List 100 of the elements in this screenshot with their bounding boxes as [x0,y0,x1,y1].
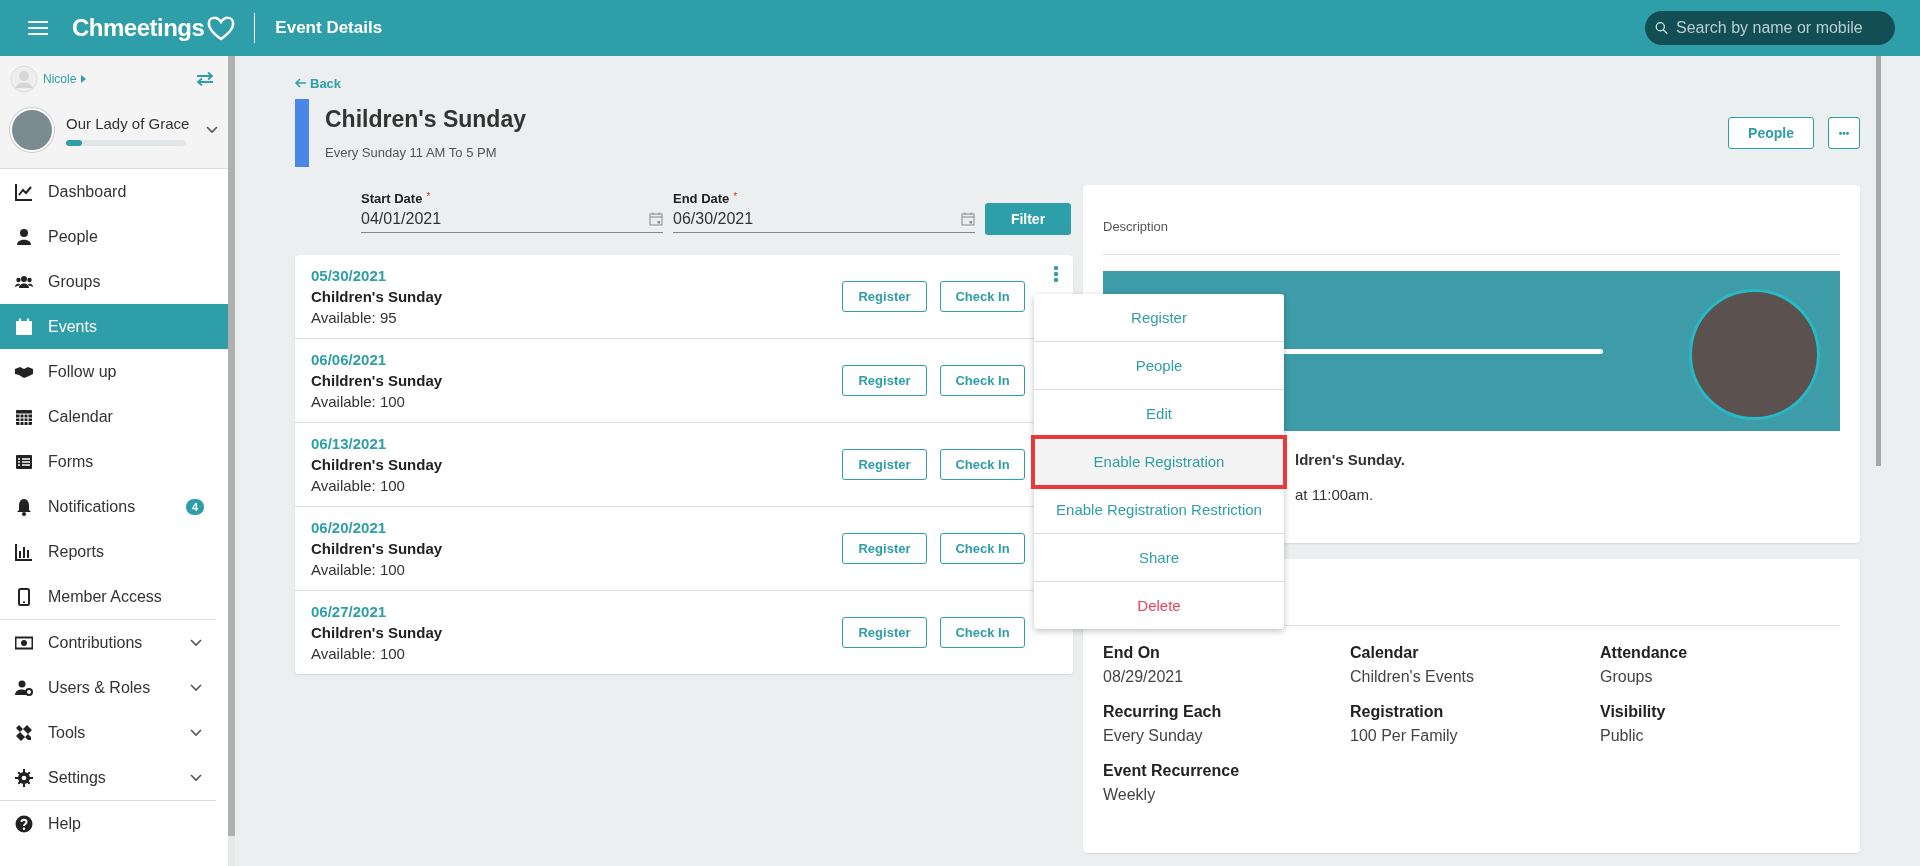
occurrence-name: Children's Sunday [311,372,444,389]
heart-logo-icon [206,15,237,41]
register-button[interactable]: Register [842,617,927,648]
filter-button[interactable]: Filter [985,203,1071,235]
detail-label: Attendance [1600,644,1689,662]
usergear-icon [15,678,33,697]
search-field[interactable]: Search by name or mobile [1645,11,1895,45]
search-icon [1655,20,1668,36]
detail-value: Public [1600,727,1645,745]
detail-value: Groups [1600,668,1654,686]
sidebar-item[interactable]: People [0,214,228,259]
occurrence-date[interactable]: 06/20/2021 [311,519,829,536]
description-heading: Description [1103,219,1169,234]
required-mark: * [426,191,431,202]
notification-count: 4 [185,498,204,515]
date-input[interactable]: 06/30/2021 [673,210,961,228]
sidebar-item[interactable]: Reports [0,529,228,574]
detail-value: 08/29/2021 [1103,668,1185,686]
chevron-down-icon[interactable] [206,126,218,134]
sidebar-item[interactable]: Calendar [0,394,228,439]
sidebar-item[interactable]: Tools [0,710,228,755]
chevron-icon [190,773,202,782]
phone-icon [15,587,33,606]
bell-icon [15,497,33,516]
availability-text: Available: 100 [311,393,406,410]
chart-icon [15,182,33,201]
register-button[interactable]: Register [842,449,927,480]
menu-icon[interactable] [28,20,48,36]
gear-icon [15,768,33,787]
church-name: Our Lady of Grace [66,114,191,132]
scrollbar-thumb[interactable] [1876,56,1881,466]
date-field[interactable]: End Date * 06/30/2021 [673,191,975,233]
more-button[interactable]: ••• [1828,117,1860,149]
sidebar-item[interactable]: Contributions [0,620,228,665]
sidebar-item[interactable]: Forms [0,439,228,484]
check-in-button[interactable]: Check In [940,365,1025,396]
people-button[interactable]: People [1728,117,1814,149]
availability-text: Available: 100 [311,477,406,494]
page-title: Event Details [275,18,383,38]
kebab-menu-icon[interactable] [1053,265,1059,283]
detail-label: Calendar [1350,644,1420,662]
sidebar-item[interactable]: Notifications 4 [0,484,228,529]
calendar-icon [15,317,33,336]
occurrence-date[interactable]: 06/06/2021 [311,351,829,368]
register-button[interactable]: Register [842,533,927,564]
description-text: at 11:00am. [1295,486,1375,503]
field-label: Start Date [361,191,423,206]
occurrence-name: Children's Sunday [311,540,444,557]
menu-item[interactable]: Share [1034,534,1284,582]
search-input[interactable]: Search by name or mobile [1674,18,1885,38]
detail-label: End On [1103,644,1161,662]
sidebar-item[interactable]: Follow up [0,349,228,394]
person-icon [15,227,33,246]
register-button[interactable]: Register [842,281,927,312]
check-in-button[interactable]: Check In [940,281,1025,312]
church-avatar [10,108,54,152]
menu-item[interactable]: Enable Registration Restriction [1034,486,1284,534]
user-name-link[interactable]: Nicole [43,72,77,86]
date-field[interactable]: Start Date * 04/01/2021 [361,191,663,233]
chevron-icon [190,728,202,737]
sidebar-item[interactable]: Member Access [0,574,228,619]
logo-text[interactable]: Chmeetings [72,14,205,42]
sidebar-item[interactable]: Settings [0,755,228,800]
menu-item[interactable]: People [1034,342,1284,390]
chevron-icon [190,683,202,692]
availability-text: Available: 100 [311,645,406,662]
occurrence-name: Children's Sunday [311,624,444,641]
detail-value: Every Sunday [1103,727,1204,745]
check-in-button[interactable]: Check In [940,617,1025,648]
sidebar-item[interactable]: Dashboard [0,169,228,214]
check-in-button[interactable]: Check In [940,449,1025,480]
availability-text: Available: 100 [311,561,406,578]
event-accent-bar [295,99,309,167]
swap-icon[interactable] [196,72,214,86]
menu-item[interactable]: Delete [1034,582,1284,629]
check-in-button[interactable]: Check In [940,533,1025,564]
description-text: ldren's Sunday. [1295,451,1406,468]
back-link[interactable]: Back [295,75,342,91]
register-button[interactable]: Register [842,365,927,396]
detail-label: Registration [1350,703,1445,721]
detail-label: Recurring Each [1103,703,1223,721]
event-title: Children's Sunday [325,106,527,133]
detail-label: Event Recurrence [1103,762,1241,780]
date-input[interactable]: 04/01/2021 [361,210,649,228]
sidebar-item[interactable]: Users & Roles [0,665,228,710]
sidebar-item[interactable]: Groups [0,259,228,304]
event-schedule: Every Sunday 11 AM To 5 PM [325,145,498,160]
menu-item[interactable]: Register [1034,294,1284,342]
chevron-icon [190,638,202,647]
occurrence-date[interactable]: 06/27/2021 [311,603,829,620]
occurrence-date[interactable]: 05/30/2021 [311,267,829,284]
required-mark: * [733,191,738,202]
field-label: End Date [673,191,730,206]
occurrence-date[interactable]: 06/13/2021 [311,435,829,452]
sidebar-item[interactable]: Help [0,801,228,846]
sidebar-item[interactable]: Events [0,304,228,349]
bars-icon [15,542,33,561]
help-icon [15,814,33,833]
menu-item[interactable]: Enable Registration [1034,438,1284,486]
detail-value: 100 Per Family [1350,727,1459,745]
